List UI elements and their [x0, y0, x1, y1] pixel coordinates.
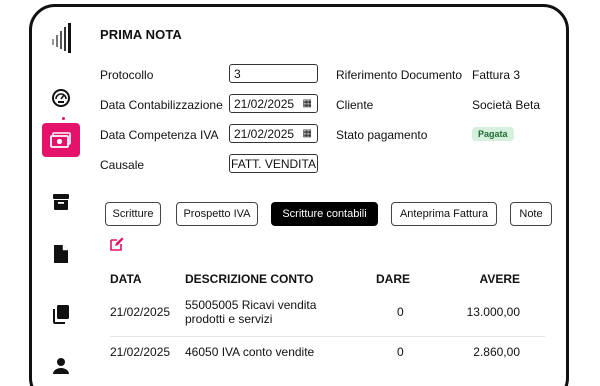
row-2-dare: 0 — [397, 345, 404, 359]
cliente-value: Società Beta — [472, 98, 541, 112]
sidebar-item-dashboard[interactable] — [42, 81, 80, 115]
sidebar-item-user[interactable] — [42, 349, 80, 383]
active-indicator-dot — [62, 117, 65, 120]
causale-label: Causale — [100, 158, 145, 172]
causale-value: FATT. VENDITA — [231, 156, 316, 171]
row-2-descrizione: 46050 IVA conto vendite — [185, 345, 315, 359]
sidebar-item-prima-nota[interactable] — [42, 123, 80, 157]
calendar-icon[interactable]: ▦ — [303, 128, 312, 139]
tab-anteprima-fattura[interactable]: Anteprima Fattura — [391, 202, 497, 226]
sidebar — [32, 7, 90, 386]
data-contabilizzazione-value: 21/02/2025 — [234, 96, 295, 111]
row-1-descrizione: 55005005 Ricavi vendita prodotti e servi… — [185, 298, 317, 326]
row-1-data: 21/02/2025 — [110, 305, 171, 319]
row-1-dare: 0 — [397, 305, 404, 319]
logo-icon — [52, 23, 71, 53]
calendar-icon[interactable]: ▦ — [303, 98, 312, 109]
dashboard-gauge-icon — [52, 89, 70, 107]
tab-note[interactable]: Note — [510, 202, 552, 226]
status-badge: Pagata — [472, 127, 514, 141]
cash-icon — [50, 132, 71, 148]
col-header-descrizione: DESCRIZIONE CONTO — [185, 272, 314, 286]
cliente-label: Cliente — [336, 98, 374, 112]
data-contabilizzazione-label: Data Contabilizzazione — [100, 98, 223, 112]
stato-pagamento-label: Stato pagamento — [336, 128, 428, 142]
row-1-avere: 13.000,00 — [466, 305, 520, 319]
user-icon — [53, 358, 69, 374]
protocollo-label: Protocollo — [100, 68, 154, 82]
page-title: PRIMA NOTA — [100, 27, 182, 42]
col-header-avere: AVERE — [479, 272, 520, 286]
sidebar-item-documents[interactable] — [42, 237, 80, 271]
edit-icon[interactable] — [110, 237, 124, 251]
row-2-avere: 2.860,00 — [473, 345, 520, 359]
app-frame: PRIMA NOTA Protocollo 3 Data Contabilizz… — [29, 4, 569, 386]
row-2-data: 21/02/2025 — [110, 345, 171, 359]
sidebar-item-copies[interactable] — [42, 297, 80, 331]
tab-prospetto-iva[interactable]: Prospetto IVA — [176, 202, 258, 226]
riferimento-documento-value: Fattura 3 — [472, 68, 521, 82]
data-contabilizzazione-input[interactable]: 21/02/2025 ▦ — [229, 94, 318, 113]
protocollo-input[interactable]: 3 — [229, 64, 318, 83]
riferimento-documento-label: Riferimento Documento — [336, 68, 463, 82]
data-competenza-iva-label: Data Competenza IVA — [100, 128, 219, 142]
copy-icon — [53, 305, 69, 324]
causale-input[interactable]: FATT. VENDITA — [229, 154, 318, 173]
data-competenza-iva-value: 21/02/2025 — [234, 126, 295, 141]
protocollo-value: 3 — [234, 66, 241, 81]
archive-icon — [53, 194, 69, 210]
document-icon — [54, 245, 68, 263]
tab-scritture[interactable]: Scritture — [105, 202, 161, 226]
main-content: PRIMA NOTA Protocollo 3 Data Contabilizz… — [100, 7, 566, 386]
sidebar-item-archive[interactable] — [42, 185, 80, 219]
col-header-dare: DARE — [376, 272, 411, 286]
row-divider — [110, 336, 545, 337]
col-header-data: DATA — [110, 272, 142, 286]
data-competenza-iva-input[interactable]: 21/02/2025 ▦ — [229, 124, 318, 143]
tab-scritture-contabili[interactable]: Scritture contabili — [271, 202, 378, 226]
